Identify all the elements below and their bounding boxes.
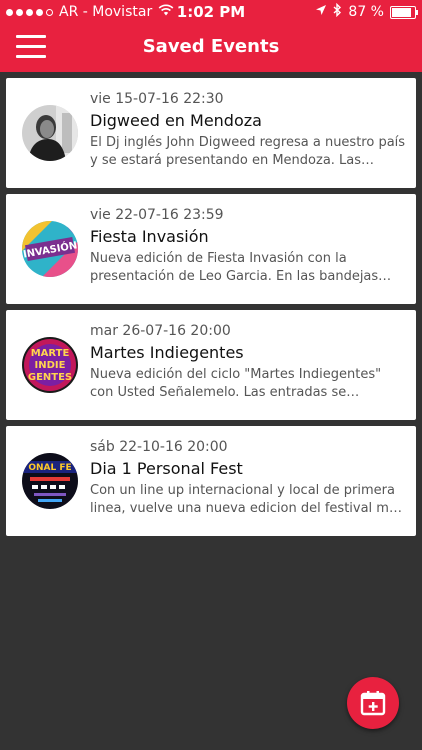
martes-logo-line1: MARTE (31, 348, 70, 359)
event-date: mar 26-07-16 20:00 (90, 323, 231, 339)
event-text-personal-fest: sáb 22-10-16 20:00 Dia 1 Personal Fest C… (90, 438, 406, 518)
battery-icon (390, 5, 418, 19)
event-title: Digweed en Mendoza (90, 111, 262, 130)
app-header: AR - Movistar 1:02 PM 87 % Saved Events (0, 0, 422, 72)
event-title: Fiesta Invasión (90, 227, 209, 246)
calendar-add-icon (360, 691, 386, 716)
martes-logo-line3: GENTES (28, 372, 72, 383)
event-date: vie 22-07-16 23:59 (90, 207, 224, 223)
event-avatar-personal-fest: ONAL FE (22, 453, 78, 509)
event-avatar-digweed (22, 105, 78, 161)
event-text-martes-indiegentes: mar 26-07-16 20:00 Martes Indiegentes Nu… (90, 322, 406, 402)
martes-logo-line2: INDIE (35, 360, 66, 371)
event-card-invasion[interactable]: INVASIÓN vie 22-07-16 23:59 Fiesta Invas… (6, 194, 416, 304)
event-description: El Dj inglés John Digweed regresa a nues… (90, 135, 406, 168)
event-text-digweed: vie 15-07-16 22:30 Digweed en Mendoza El… (90, 90, 406, 170)
status-bar: AR - Movistar 1:02 PM 87 % (0, 0, 422, 24)
event-text-invasion: vie 22-07-16 23:59 Fiesta Invasión Nueva… (90, 206, 406, 286)
event-date: sáb 22-10-16 20:00 (90, 439, 228, 455)
event-date: vie 15-07-16 22:30 (90, 91, 224, 107)
nav-bar: Saved Events (0, 24, 422, 72)
event-card-personal-fest[interactable]: ONAL FE sáb 22-10-16 20:00 Dia 1 Persona… (6, 426, 416, 536)
event-title: Dia 1 Personal Fest (90, 459, 243, 478)
event-description: Nueva edición del ciclo "Martes Indiegen… (90, 367, 382, 400)
battery-percent: 87 % (348, 4, 384, 20)
event-description: Con un line up internacional y local de … (90, 483, 404, 516)
status-right: 87 % (315, 2, 418, 21)
personal-fest-logo-text: ONAL FE (28, 463, 71, 473)
add-event-fab-button[interactable] (347, 677, 399, 729)
event-card-martes-indiegentes[interactable]: MARTE INDIE GENTES mar 26-07-16 20:00 Ma… (6, 310, 416, 420)
event-card-digweed[interactable]: vie 15-07-16 22:30 Digweed en Mendoza El… (6, 78, 416, 188)
event-avatar-martes-indiegentes: MARTE INDIE GENTES (22, 337, 78, 393)
event-title: Martes Indiegentes (90, 343, 244, 362)
bluetooth-icon (333, 2, 342, 21)
location-arrow-icon (315, 4, 327, 20)
event-avatar-invasion: INVASIÓN (22, 221, 78, 277)
event-description: Nueva edición de Fiesta Invasión con la … (90, 251, 379, 284)
page-title: Saved Events (142, 36, 280, 57)
